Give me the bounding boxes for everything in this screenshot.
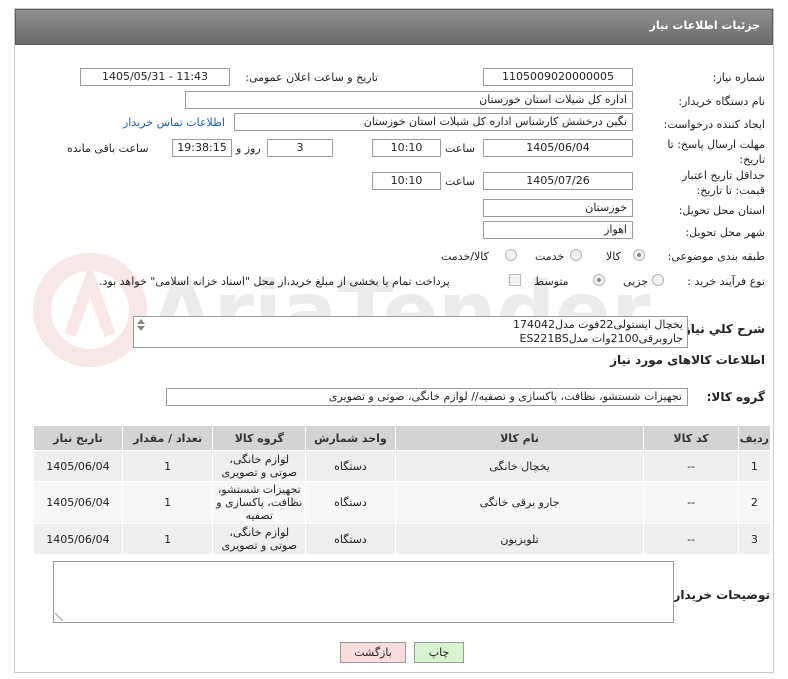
- description-textarea[interactable]: یخچال ایستولی22فوت مدل174042 جاروبرقی210…: [133, 316, 688, 348]
- buyer-notes-textarea[interactable]: [53, 561, 674, 623]
- table-row: 2 -- جارو برقی خانگی دستگاه تجهیزات شستش…: [33, 481, 772, 524]
- cell-unit: دستگاه: [305, 450, 396, 482]
- validity-time-label: ساعت: [445, 175, 475, 188]
- items-table: ردیف کد کالا نام کالا واحد شمارش گروه کا…: [33, 425, 772, 555]
- cell-goods-code: --: [643, 450, 739, 482]
- category-label: طبقه بندی موضوعی:: [667, 250, 765, 263]
- validity-time-field: 10:10: [372, 172, 441, 190]
- price-validity-label: حداقل تاریخ اعتبار قیمت: تا تاریخ:: [681, 169, 765, 197]
- goods-group-label: گروه کالا:: [706, 390, 765, 404]
- description-line-1: یخچال ایستولی22فوت مدل174042: [512, 318, 683, 331]
- col-need-date: تاریخ نیاز: [33, 425, 123, 451]
- col-row-number: ردیف: [737, 425, 772, 451]
- cell-need-date: 1405/06/04: [33, 523, 123, 555]
- contact-info-link[interactable]: اطلاعات تماس خریدار: [123, 116, 225, 129]
- treasury-payment-checkbox[interactable]: [509, 274, 521, 286]
- cell-goods-group: تجهیزات شستشو، نظافت، پاکسازی و تصفیه: [212, 481, 307, 524]
- need-number-label: شماره نیاز:: [712, 71, 765, 84]
- category-goods-label: کالا: [606, 250, 621, 263]
- table-row: 1 -- یخچال خانگی دستگاه لوازم خانگی، صوت…: [33, 450, 772, 482]
- creator-label: ایجاد کننده درخواست:: [663, 118, 765, 131]
- reply-time-label: ساعت: [445, 142, 475, 155]
- col-goods-name: نام کالا: [394, 425, 645, 451]
- cell-goods-group: لوازم خانگی، صوتی و تصویری: [212, 450, 307, 482]
- col-goods-code: کد کالا: [643, 425, 739, 451]
- buyer-org-field: اداره کل شیلات استان خوزستان: [185, 91, 633, 109]
- table-header-row: ردیف کد کالا نام کالا واحد شمارش گروه کا…: [33, 425, 772, 451]
- cell-goods-group: لوازم خانگی، صوتی و تصویری: [212, 523, 307, 555]
- category-goods-radio[interactable]: [633, 249, 645, 261]
- cell-need-date: 1405/06/04: [33, 450, 123, 482]
- cell-row-number: 2: [737, 481, 772, 524]
- textarea-resize-arrows[interactable]: [136, 319, 146, 345]
- back-button[interactable]: بازگشت: [340, 642, 406, 663]
- remaining-label: ساعت باقی مانده: [67, 142, 149, 155]
- cell-quantity: 1: [121, 481, 214, 524]
- buyer-notes-label: توضیحات خریدار:: [668, 588, 770, 602]
- process-medium-radio[interactable]: [593, 274, 605, 286]
- cell-unit: دستگاه: [305, 481, 396, 524]
- cell-need-date: 1405/06/04: [33, 481, 123, 524]
- city-field: اهواز: [483, 221, 633, 239]
- col-unit: واحد شمارش: [305, 425, 396, 451]
- description-line-2: جاروبرقی2100وات مدلES221BS: [519, 332, 684, 345]
- reply-time-field: 10:10: [372, 139, 441, 157]
- col-goods-group: گروه کالا: [212, 425, 307, 451]
- page-title: جزئیات اطلاعات نیاز: [649, 19, 761, 32]
- process-medium-label: متوسط: [534, 275, 569, 288]
- process-type-label: نوع فرآیند خرید :: [687, 275, 765, 288]
- cell-goods-name: جارو برقی خانگی: [394, 481, 645, 524]
- cell-goods-code: --: [643, 523, 739, 555]
- table-row: 3 -- تلویزیون دستگاه لوازم خانگی، صوتی و…: [33, 523, 772, 555]
- need-number-field: 1105009020000005: [483, 68, 633, 86]
- days-label: روز و: [236, 142, 261, 155]
- goods-group-field: تجهیزات شستشو، نظافت، پاکسازی و تصفیه// …: [166, 388, 688, 406]
- creator-field: نگین درخشش کارشناس اداره کل شیلات استان …: [234, 113, 633, 131]
- process-partial-radio[interactable]: [652, 274, 664, 286]
- category-service-label: خدمت: [535, 250, 565, 263]
- description-label: شرح کلي نياز:: [679, 322, 765, 336]
- province-field: خوزستان: [483, 199, 633, 217]
- cell-row-number: 1: [737, 450, 772, 482]
- category-service-radio[interactable]: [570, 249, 582, 261]
- cell-unit: دستگاه: [305, 523, 396, 555]
- cell-goods-name: یخچال خانگی: [394, 450, 645, 482]
- days-field: 3: [267, 139, 333, 157]
- print-button[interactable]: چاپ: [414, 642, 464, 663]
- buyer-org-label: نام دستگاه خریدار:: [678, 95, 765, 108]
- cell-row-number: 3: [737, 523, 772, 555]
- resize-grip-icon[interactable]: [55, 613, 63, 621]
- remaining-time-field: 19:38:15: [172, 139, 232, 157]
- cell-quantity: 1: [121, 523, 214, 555]
- validity-date-field: 1405/07/26: [483, 172, 633, 190]
- city-label: شهر محل تحویل:: [685, 226, 765, 239]
- reply-date-field: 1405/06/04: [483, 139, 633, 157]
- category-both-label: کالا/خدمت: [441, 250, 489, 263]
- cell-goods-name: تلویزیون: [394, 523, 645, 555]
- goods-info-title: اطلاعات کالاهای مورد نیاز: [610, 353, 765, 367]
- category-both-radio[interactable]: [505, 249, 517, 261]
- cell-quantity: 1: [121, 450, 214, 482]
- process-partial-label: جزیی: [623, 275, 649, 288]
- col-quantity: تعداد / مقدار: [121, 425, 214, 451]
- province-label: استان محل تحویل:: [678, 204, 765, 217]
- treasury-payment-note: پرداخت تمام یا بخشی از مبلغ خرید،از محل …: [99, 275, 450, 288]
- announce-field: 1405/05/31 - 11:43: [80, 68, 230, 86]
- announce-label: تاریخ و ساعت اعلان عمومی:: [245, 71, 378, 84]
- reply-deadline-label: مهلت ارسال پاسخ: تا تاریخ:: [667, 138, 765, 166]
- cell-goods-code: --: [643, 481, 739, 524]
